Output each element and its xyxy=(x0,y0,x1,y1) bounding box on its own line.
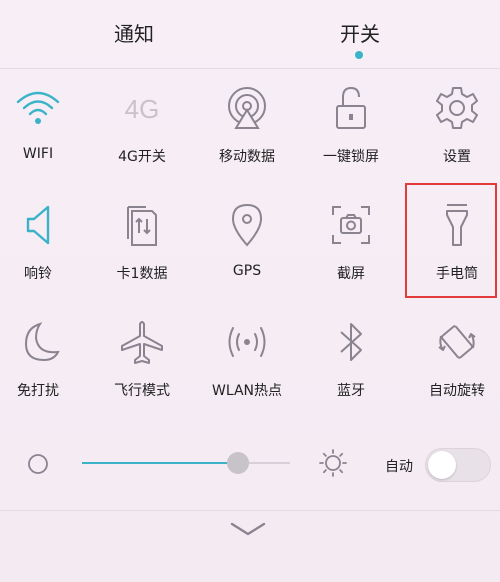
tab-bar: 通知 开关 xyxy=(0,0,500,68)
tile-do-not-disturb[interactable]: 免打扰 xyxy=(0,306,88,418)
chevron-down-icon[interactable] xyxy=(228,520,268,540)
tile-label: WIFI xyxy=(22,146,54,162)
speaker-icon xyxy=(26,205,50,245)
tile-sim-data[interactable]: 卡1数据 xyxy=(92,189,192,301)
tile-auto-rotate[interactable]: 自动旋转 xyxy=(407,306,500,418)
sim-data-icon xyxy=(127,206,157,246)
brightness-slider-fill xyxy=(82,462,238,464)
tile-ring[interactable]: 响铃 xyxy=(0,189,88,301)
brightness-low-icon xyxy=(28,454,48,474)
tile-bluetooth[interactable]: 蓝牙 xyxy=(301,306,401,418)
tile-wlan-hotspot[interactable]: WLAN热点 xyxy=(197,306,297,418)
tile-gps[interactable]: GPS xyxy=(197,189,297,301)
tile-label: 4G开关 xyxy=(118,149,166,165)
brightness-high-icon xyxy=(319,449,347,477)
tile-label: 响铃 xyxy=(24,266,52,282)
tile-label: 移动数据 xyxy=(219,149,275,165)
toggle-knob xyxy=(428,451,456,479)
mobile-data-icon xyxy=(228,87,266,129)
screenshot-icon xyxy=(332,206,370,244)
moon-icon xyxy=(24,322,60,362)
brightness-slider[interactable] xyxy=(82,452,290,474)
tile-label: 截屏 xyxy=(337,266,365,282)
4g-icon: 4G xyxy=(125,94,160,124)
tab-divider xyxy=(0,68,500,69)
brightness-slider-thumb[interactable] xyxy=(227,452,249,474)
tile-label: 卡1数据 xyxy=(116,266,168,282)
tile-label: WLAN热点 xyxy=(211,383,282,399)
tile-label: 自动旋转 xyxy=(429,383,485,399)
hotspot-icon xyxy=(228,327,266,357)
tile-settings[interactable]: 设置 xyxy=(407,72,500,184)
tile-label: 蓝牙 xyxy=(337,383,365,399)
tile-label: 设置 xyxy=(443,149,471,165)
location-pin-icon xyxy=(231,203,263,247)
airplane-icon xyxy=(121,321,163,364)
4g-icon-text: 4G xyxy=(125,94,160,124)
tile-wifi[interactable]: WIFI xyxy=(0,72,88,184)
brightness-bar: 自动 xyxy=(0,432,500,496)
bottom-divider xyxy=(0,510,500,511)
gear-icon xyxy=(436,87,478,129)
rotate-icon xyxy=(438,325,476,359)
tab-switches[interactable]: 开关 xyxy=(300,18,420,47)
wifi-icon xyxy=(16,91,60,124)
tile-label: 免打扰 xyxy=(17,383,59,399)
tab-notifications[interactable]: 通知 xyxy=(74,18,194,47)
tile-4g[interactable]: 4G 4G开关 xyxy=(92,72,192,184)
bluetooth-icon xyxy=(340,323,362,361)
auto-brightness-label: 自动 xyxy=(385,459,413,475)
tile-mobile-data[interactable]: 移动数据 xyxy=(197,72,297,184)
lock-icon xyxy=(336,86,366,129)
active-tab-indicator xyxy=(355,51,363,59)
flashlight-highlight-box xyxy=(405,183,497,298)
tile-label: 一键锁屏 xyxy=(323,149,379,165)
tile-label: 飞行模式 xyxy=(114,383,170,399)
tile-lock-screen[interactable]: 一键锁屏 xyxy=(301,72,401,184)
tile-airplane-mode[interactable]: 飞行模式 xyxy=(92,306,192,418)
tile-label: GPS xyxy=(232,263,262,279)
auto-brightness-toggle[interactable] xyxy=(425,448,491,482)
tile-screenshot[interactable]: 截屏 xyxy=(301,189,401,301)
